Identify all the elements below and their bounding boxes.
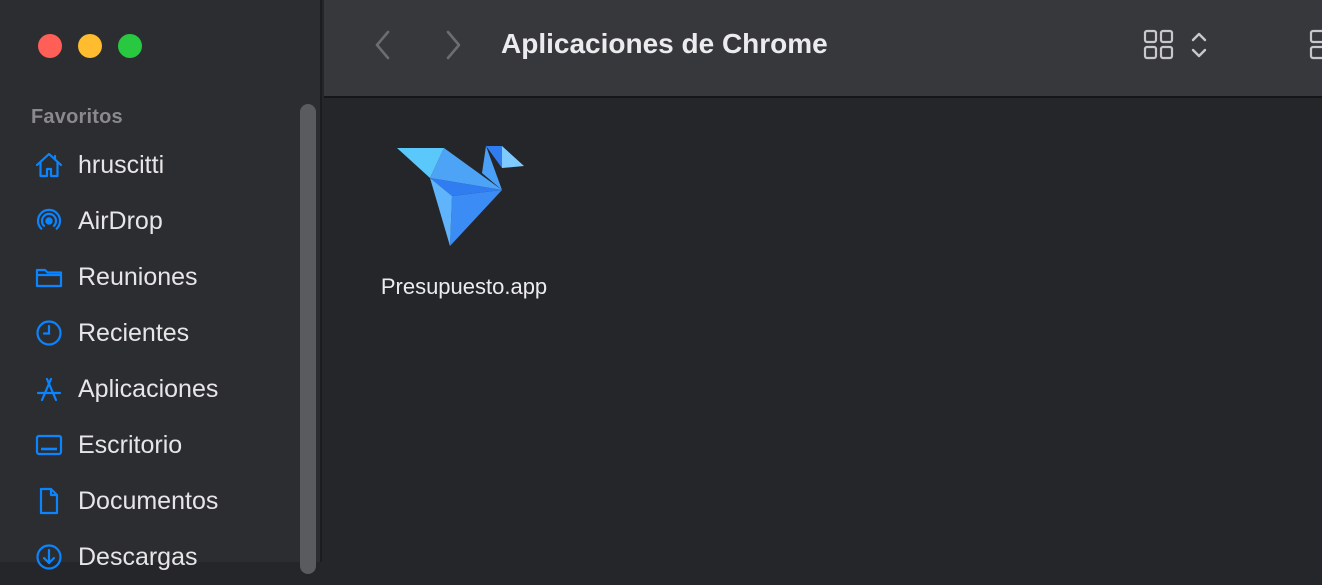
view-mode-button[interactable] (1142, 28, 1176, 62)
airdrop-icon (33, 205, 65, 237)
folder-icon (33, 261, 65, 293)
sidebar-item-escritorio[interactable]: Escritorio (0, 417, 300, 473)
window-controls (38, 34, 142, 58)
sidebar-item-home[interactable]: hruscitti (0, 137, 300, 193)
file-name-label: Presupuesto.app (380, 274, 548, 299)
sidebar: Favoritos hruscitti AirDrop Reuniones Re… (0, 0, 322, 574)
forward-button[interactable] (436, 28, 470, 62)
sidebar-list: hruscitti AirDrop Reuniones Recientes Ap… (0, 137, 300, 585)
file-item[interactable]: Presupuesto.app (354, 138, 574, 300)
sidebar-item-label: Escritorio (78, 430, 183, 459)
clock-icon (33, 317, 65, 349)
file-browser-content: Presupuesto.app (324, 100, 1322, 562)
desktop-icon (33, 429, 65, 461)
sidebar-scrollbar[interactable] (300, 104, 316, 574)
chevron-left-icon (375, 30, 390, 60)
icon-grid-icon (1143, 29, 1174, 60)
sidebar-section-favoritos: Favoritos (31, 106, 123, 128)
document-icon (33, 485, 65, 517)
close-window-button[interactable] (38, 34, 62, 58)
sidebar-item-recientes[interactable]: Recientes (0, 305, 300, 361)
minimize-window-button[interactable] (78, 34, 102, 58)
chevron-up-down-icon (1191, 32, 1207, 58)
sidebar-item-aplicaciones[interactable]: Aplicaciones (0, 361, 300, 417)
finder-window: Favoritos hruscitti AirDrop Reuniones Re… (0, 0, 1322, 574)
sidebar-item-label: AirDrop (78, 206, 163, 235)
sidebar-item-label: Reuniones (78, 262, 198, 291)
group-button-partial[interactable] (1308, 28, 1322, 62)
sidebar-item-label: Aplicaciones (78, 374, 219, 403)
view-options-dropdown[interactable] (1186, 28, 1212, 62)
window-title: Aplicaciones de Chrome (501, 28, 828, 59)
applications-icon (33, 373, 65, 405)
toolbar: Aplicaciones de Chrome (324, 0, 1322, 98)
back-button[interactable] (366, 28, 400, 62)
grid-partial-icon (1309, 29, 1322, 60)
chevron-right-icon (446, 30, 461, 60)
maximize-window-button[interactable] (118, 34, 142, 58)
sidebar-item-label: Documentos (78, 486, 219, 515)
sidebar-item-reuniones[interactable]: Reuniones (0, 249, 300, 305)
download-icon (33, 541, 65, 573)
sidebar-item-airdrop[interactable]: AirDrop (0, 193, 300, 249)
sidebar-item-label: Descargas (78, 542, 198, 571)
sidebar-item-label: hruscitti (78, 150, 165, 179)
sidebar-item-descargas[interactable]: Descargas (0, 529, 300, 585)
house-icon (33, 149, 65, 181)
sidebar-item-documentos[interactable]: Documentos (0, 473, 300, 529)
origami-bird-app-icon[interactable] (394, 138, 534, 248)
sidebar-item-label: Recientes (78, 318, 190, 347)
